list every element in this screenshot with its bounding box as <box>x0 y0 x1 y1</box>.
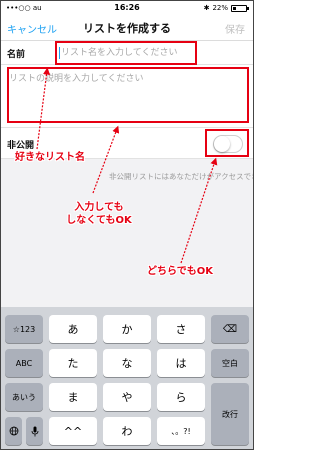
nav-bar: キャンセル リストを作成する 保存 <box>1 15 253 41</box>
battery-percent: 22% <box>212 4 228 12</box>
key-kana[interactable]: あいう <box>5 383 43 411</box>
return-key[interactable]: 改行 <box>211 383 249 445</box>
key-na[interactable]: な <box>103 349 151 377</box>
battery-level <box>233 6 236 10</box>
private-label: 非公開 <box>7 141 35 151</box>
keyboard: ☆123 あ か さ ⌫ ABC た な は 空白 あいう ま や ら 改行 ^… <box>1 307 253 449</box>
description-annotation-line1: 入力しても <box>74 202 124 213</box>
description-annotation-line2: しなくてもOK <box>66 215 132 226</box>
key-punctuation[interactable]: 、。?! <box>157 417 205 445</box>
key-numbers[interactable]: ☆123 <box>5 315 43 343</box>
name-highlight-box <box>55 41 197 65</box>
key-ka[interactable]: か <box>103 315 151 343</box>
page-title: リストを作成する <box>83 22 171 35</box>
key-ta[interactable]: た <box>49 349 97 377</box>
save-button[interactable]: 保存 <box>225 21 245 36</box>
private-annotation: どちらでもOK <box>147 266 213 277</box>
key-ya[interactable]: や <box>103 383 151 411</box>
globe-key[interactable] <box>5 417 22 445</box>
private-help-text: 非公開リストにはあなただけがアクセスできます <box>109 172 253 181</box>
status-right: ✱ 22% <box>203 4 249 12</box>
mic-key[interactable] <box>26 417 43 445</box>
key-emoticon[interactable]: ^^ <box>49 417 97 445</box>
key-wa[interactable]: わ <box>103 417 151 445</box>
key-sa[interactable]: さ <box>157 315 205 343</box>
battery-icon <box>231 4 249 12</box>
globe-icon <box>9 426 18 436</box>
key-abc[interactable]: ABC <box>5 349 43 377</box>
space-key[interactable]: 空白 <box>211 349 249 377</box>
description-highlight-box <box>7 67 249 123</box>
key-ha[interactable]: は <box>157 349 205 377</box>
description-annotation: 入力しても しなくてもOK <box>55 201 143 227</box>
name-label: 名前 <box>7 50 26 60</box>
key-ma[interactable]: ま <box>49 383 97 411</box>
toggle-highlight-box <box>205 129 249 157</box>
bluetooth-icon: ✱ <box>203 4 210 12</box>
microphone-icon <box>31 426 38 436</box>
key-a[interactable]: あ <box>49 315 97 343</box>
key-ra[interactable]: ら <box>157 383 205 411</box>
delete-key[interactable]: ⌫ <box>211 315 249 343</box>
name-annotation: 好きなリスト名 <box>15 152 85 163</box>
screen: •••○○ au 16:26 ✱ 22% キャンセル リストを作成する 保存 名… <box>0 0 254 450</box>
status-bar: •••○○ au 16:26 ✱ 22% <box>1 1 253 15</box>
